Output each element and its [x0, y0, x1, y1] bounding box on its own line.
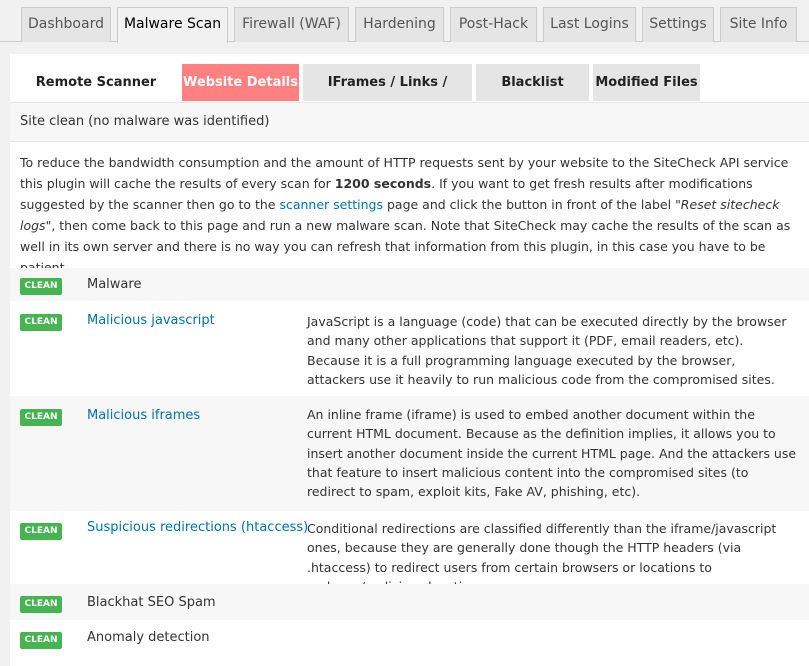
clean-badge: CLEAN — [20, 523, 62, 540]
result-row-anomaly-detection: CLEAN Anomaly detection — [10, 620, 809, 656]
tab-dashboard[interactable]: Dashboard — [21, 7, 111, 42]
sub-tabs: Remote Scanner Results Website Details I… — [10, 54, 809, 127]
subtab-blacklist-status[interactable]: Blacklist Status — [476, 64, 589, 127]
result-title: Malware — [87, 277, 142, 292]
result-link-malicious-iframes[interactable]: Malicious iframes — [87, 408, 200, 423]
cache-duration: 1200 seconds — [334, 176, 432, 191]
result-description: JavaScript is a language (code) that can… — [307, 314, 787, 387]
subtab-remote-scanner-results[interactable]: Remote Scanner Results — [10, 64, 182, 127]
notice-text: , then come back to this page and run a … — [20, 218, 791, 275]
clean-badge: CLEAN — [20, 632, 62, 649]
scanner-settings-link[interactable]: scanner settings — [279, 197, 383, 212]
clean-badge: CLEAN — [20, 278, 62, 295]
subtab-iframes-links-scripts[interactable]: IFrames / Links / Scripts — [303, 64, 472, 127]
result-link-malicious-javascript[interactable]: Malicious javascript — [87, 313, 215, 328]
result-description: An inline frame (iframe) is used to embe… — [307, 407, 797, 500]
scanner-panel: Remote Scanner Results Website Details I… — [10, 54, 809, 666]
subtab-modified-files[interactable]: Modified Files — [593, 64, 700, 101]
result-row-malicious-javascript: CLEAN Malicious javascript JavaScript is… — [10, 301, 809, 396]
subtab-website-details[interactable]: Website Details — [182, 64, 299, 101]
result-title: Anomaly detection — [87, 630, 210, 645]
result-link-suspicious-redirections[interactable]: Suspicious redirections (htaccess) — [87, 520, 308, 535]
tab-settings[interactable]: Settings — [642, 7, 714, 42]
tab-last-logins[interactable]: Last Logins — [543, 7, 636, 42]
result-row-malware: CLEAN Malware — [10, 268, 809, 301]
cache-notice: To reduce the bandwidth consumption and … — [10, 142, 809, 275]
tab-site-info[interactable]: Site Info — [720, 7, 797, 42]
tab-post-hack[interactable]: Post-Hack — [450, 7, 537, 42]
clean-badge: CLEAN — [20, 596, 62, 613]
tab-hardening[interactable]: Hardening — [355, 7, 444, 42]
scan-status: Site clean (no malware was identified) — [10, 102, 809, 142]
result-title: Blackhat SEO Spam — [87, 595, 216, 610]
tab-malware-scan[interactable]: Malware Scan — [117, 7, 228, 43]
clean-badge: CLEAN — [20, 314, 62, 331]
result-row-blackhat-seo-spam: CLEAN Blackhat SEO Spam — [10, 584, 809, 620]
tab-firewall[interactable]: Firewall (WAF) — [234, 7, 349, 42]
result-row-malicious-iframes: CLEAN Malicious iframes An inline frame … — [10, 396, 809, 511]
notice-text: page and click the button in front of th… — [383, 197, 676, 212]
clean-badge: CLEAN — [20, 409, 62, 426]
result-row-suspicious-redirections: CLEAN Suspicious redirections (htaccess)… — [10, 511, 809, 594]
nav-tabs: Dashboard Malware Scan Firewall (WAF) Ha… — [0, 0, 809, 43]
